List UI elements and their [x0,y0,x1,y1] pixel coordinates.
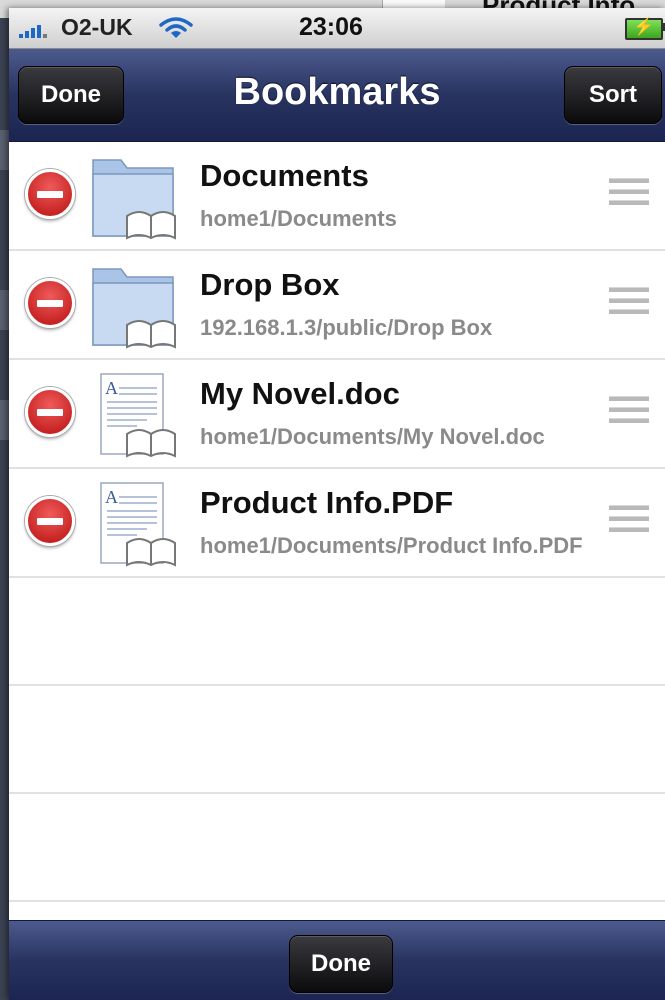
done-button-bottom[interactable]: Done [289,935,393,993]
bookmark-name: Product Info.PDF [200,485,454,520]
bookmark-name: Documents [200,158,369,193]
charging-bolt-icon: ⚡ [633,17,655,36]
bookmark-name: My Novel.doc [200,376,400,411]
delete-icon[interactable] [25,387,75,437]
clock: 23:06 [299,13,363,41]
empty-row [9,794,665,902]
reorder-grip-icon[interactable] [609,287,649,321]
bookmarks-modal: O2-UK 23:06 ⚡ Done Bookmarks Sort Docume… [9,8,665,1000]
bookmark-row[interactable]: A My Novel.doc home1/Documents/My Novel.… [9,360,665,469]
empty-row [9,578,665,686]
empty-row [9,686,665,794]
bookmark-path: 192.168.1.3/public/Drop Box [200,315,493,340]
bookmark-path: home1/Documents [200,206,397,231]
sort-button[interactable]: Sort [564,66,662,124]
svg-text:A: A [105,487,118,507]
carrier-name: O2-UK [61,14,133,40]
delete-icon[interactable] [25,496,75,546]
bookmark-path: home1/Documents/My Novel.doc [200,424,545,449]
signal-bars-icon [19,22,47,38]
navigation-bar: Done Bookmarks Sort [9,49,665,142]
bookmark-row[interactable]: A Product Info.PDF home1/Documents/Produ… [9,469,665,578]
document-bookmark-icon: A [100,482,176,567]
battery-tip [661,23,665,31]
bookmark-path: home1/Documents/Product Info.PDF [200,533,583,558]
reorder-grip-icon[interactable] [609,396,649,430]
delete-icon[interactable] [25,169,75,219]
bookmark-list: Documents home1/Documents Drop Box 192.1… [9,142,665,902]
bookmark-row[interactable]: Documents home1/Documents [9,142,665,251]
folder-bookmark-icon [92,268,176,349]
bottom-toolbar: Done [9,920,665,1000]
reorder-grip-icon[interactable] [609,505,649,539]
document-bookmark-icon: A [100,373,176,458]
bookmark-row[interactable]: Drop Box 192.168.1.3/public/Drop Box [9,251,665,360]
delete-icon[interactable] [25,278,75,328]
bookmark-name: Drop Box [200,267,340,302]
status-bar: O2-UK 23:06 ⚡ [9,8,665,49]
wifi-icon [159,17,193,38]
svg-text:A: A [105,378,118,398]
reorder-grip-icon[interactable] [609,178,649,212]
folder-bookmark-icon [92,159,176,240]
